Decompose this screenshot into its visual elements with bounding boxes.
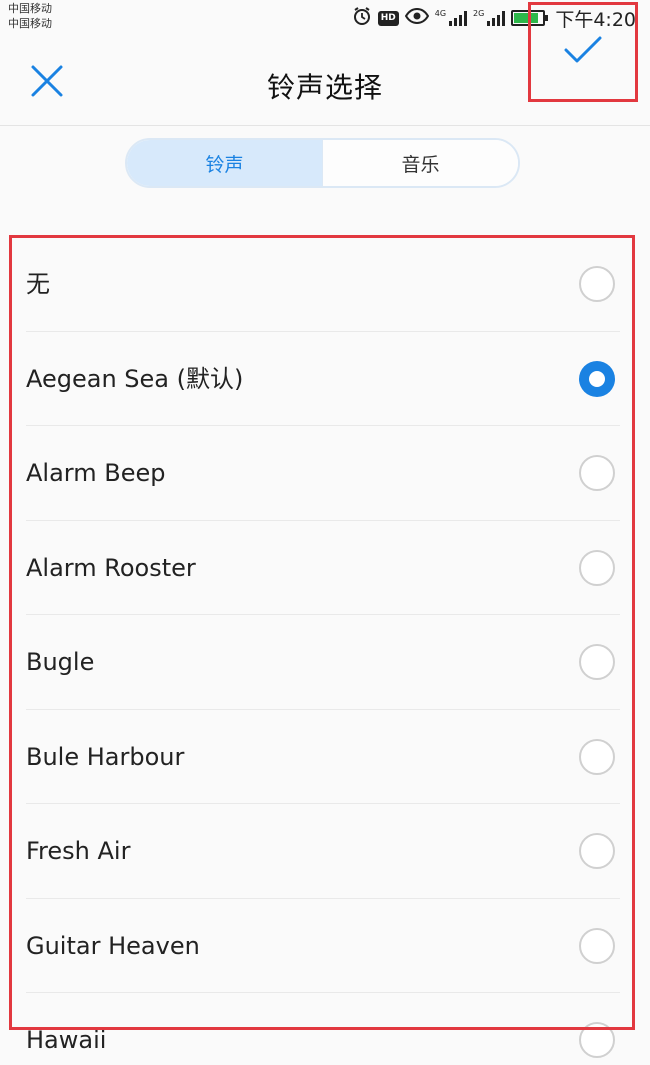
list-item[interactable]: Bugle xyxy=(0,615,650,710)
list-item[interactable]: Alarm Rooster xyxy=(0,521,650,615)
list-item[interactable]: Hawaii xyxy=(0,993,650,1065)
ringtone-label: Aegean Sea (默认) xyxy=(26,364,244,393)
radio-button[interactable] xyxy=(579,927,615,964)
signal-icon: 2G xyxy=(473,10,506,26)
signal-icon: 4G xyxy=(435,10,468,26)
ringtone-list: 无 Aegean Sea (默认) Alarm Beep Alarm Roost… xyxy=(0,237,650,1065)
radio-button[interactable] xyxy=(579,644,615,680)
ringtone-label: Alarm Rooster xyxy=(26,553,196,582)
radio-button[interactable] xyxy=(579,266,615,302)
list-item[interactable]: Bule Harbour xyxy=(0,710,650,804)
list-item[interactable]: Fresh Air xyxy=(0,804,650,899)
ringtone-label: Bule Harbour xyxy=(26,742,185,771)
tab-music[interactable]: 音乐 xyxy=(323,140,518,186)
radio-button[interactable] xyxy=(579,738,615,775)
ringtone-label: Hawaii xyxy=(26,1026,107,1054)
radio-button[interactable] xyxy=(579,833,615,869)
confirm-button[interactable] xyxy=(528,2,638,102)
ringtone-label: Bugle xyxy=(26,648,95,676)
carrier-info: 中国移动 中国移动 xyxy=(8,1,52,31)
ringtone-label: Guitar Heaven xyxy=(26,931,200,960)
eye-icon xyxy=(404,7,429,29)
list-item[interactable]: Guitar Heaven xyxy=(0,899,650,993)
check-icon xyxy=(564,36,602,68)
hd-icon: HD xyxy=(377,10,399,26)
ringtone-label: 无 xyxy=(26,270,50,298)
tab-ringtone[interactable]: 铃声 xyxy=(127,140,323,186)
alarm-icon xyxy=(352,6,372,30)
ringtone-label: Fresh Air xyxy=(26,837,131,865)
carrier-label: 中国移动 xyxy=(8,2,52,15)
list-item[interactable]: Alarm Beep xyxy=(0,426,650,521)
radio-button[interactable] xyxy=(579,549,615,586)
radio-button[interactable] xyxy=(579,1022,615,1058)
radio-button-selected[interactable] xyxy=(579,360,615,397)
source-tabs: 铃声 音乐 xyxy=(125,138,520,188)
list-item[interactable]: Aegean Sea (默认) xyxy=(0,332,650,426)
carrier-label: 中国移动 xyxy=(8,17,52,30)
radio-button[interactable] xyxy=(579,455,615,491)
ringtone-label: Alarm Beep xyxy=(26,459,166,487)
list-item[interactable]: 无 xyxy=(0,237,650,332)
